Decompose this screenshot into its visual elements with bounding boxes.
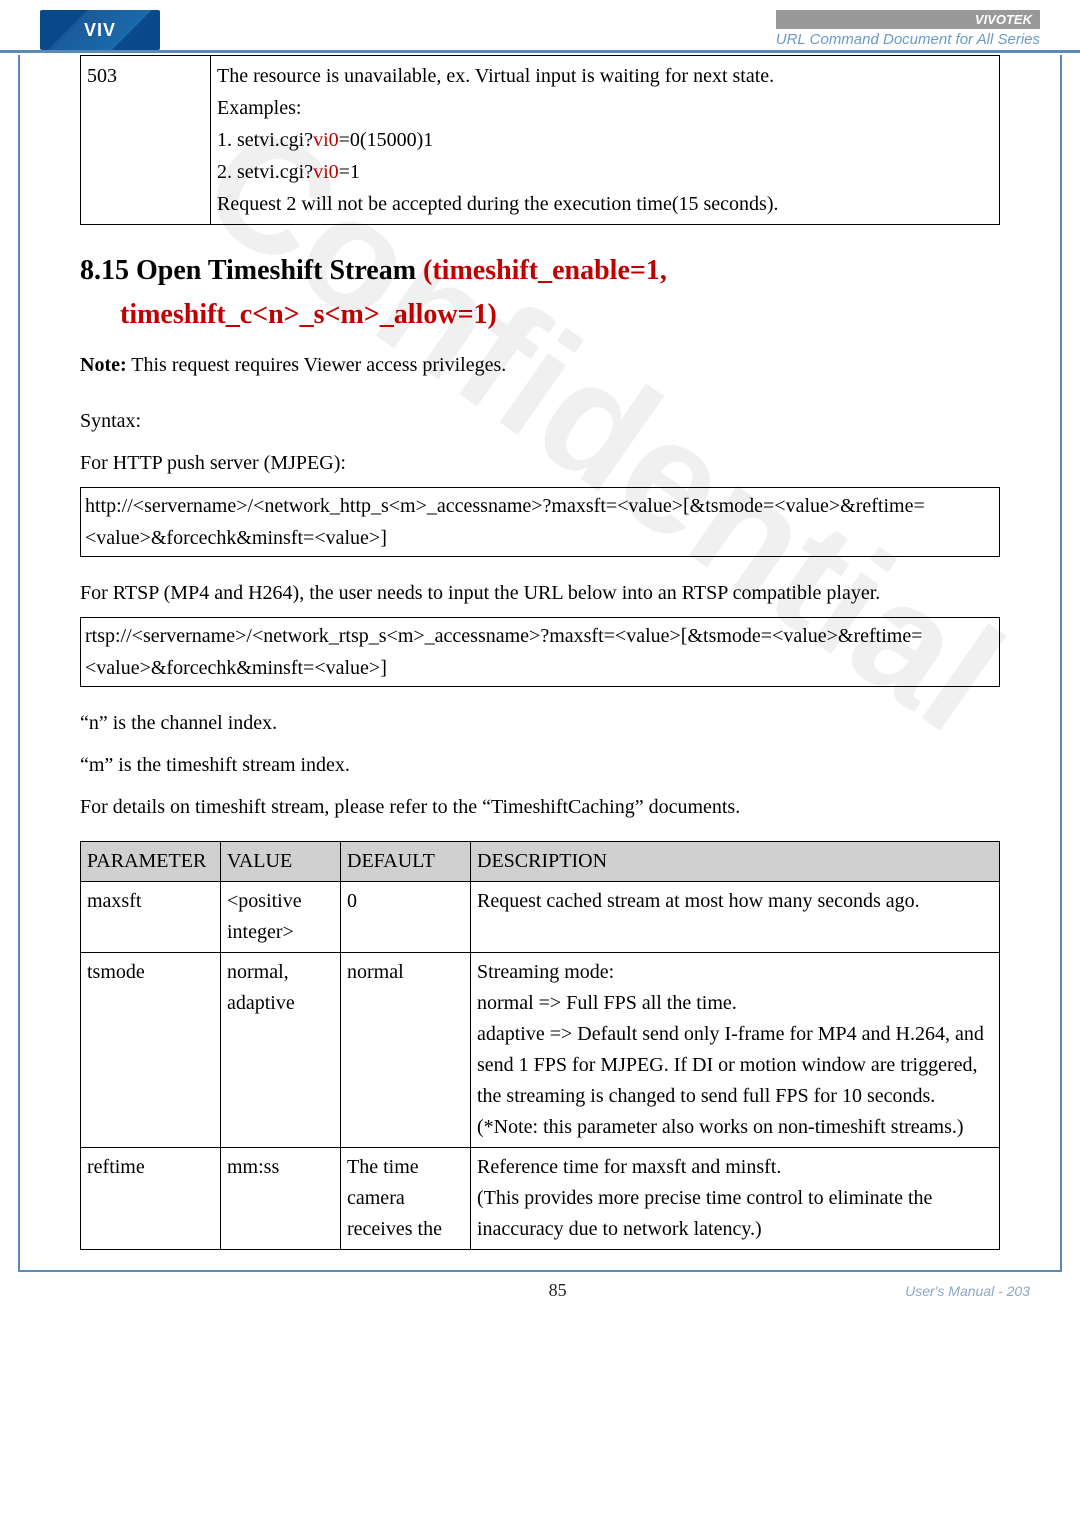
- note-text: This request requires Viewer access priv…: [131, 354, 506, 376]
- manual-ref: User's Manual - 203: [905, 1283, 1030, 1299]
- param-value: mm:ss: [221, 1148, 341, 1250]
- table-header-row: PARAMETER VALUE DEFAULT DESCRIPTION: [81, 842, 1000, 882]
- parameter-table: PARAMETER VALUE DEFAULT DESCRIPTION maxs…: [80, 841, 1000, 1250]
- logo-text: VIV: [84, 20, 116, 41]
- param-value: <positive integer>: [221, 882, 341, 953]
- doc-title: URL Command Document for All Series: [776, 29, 1040, 50]
- line: Request 2 will not be accepted during th…: [217, 188, 993, 220]
- param-name: maxsft: [81, 882, 221, 953]
- note-line: Note: This request requires Viewer acces…: [80, 347, 1000, 383]
- col-parameter: PARAMETER: [81, 842, 221, 882]
- param-value: normal, adaptive: [221, 953, 341, 1148]
- details-note: For details on timeshift stream, please …: [80, 789, 1000, 825]
- rtsp-label: For RTSP (MP4 and H264), the user needs …: [80, 575, 1000, 611]
- txt: =0(15000)1: [339, 129, 434, 151]
- table-row: reftime mm:ss The time camera receives t…: [81, 1148, 1000, 1250]
- logo: VIV: [40, 10, 160, 50]
- brand-label: VIVOTEK: [776, 10, 1040, 29]
- m-index-note: “m” is the timeshift stream index.: [80, 747, 1000, 783]
- page-content: Confidential 503 The resource is unavail…: [18, 55, 1062, 1272]
- header-right: VIVOTEK URL Command Document for All Ser…: [776, 10, 1040, 50]
- col-description: DESCRIPTION: [471, 842, 1000, 882]
- http-label: For HTTP push server (MJPEG):: [80, 445, 1000, 481]
- param-red: vi0: [313, 161, 339, 183]
- param-desc: Reference time for maxsft and minsft. (T…: [471, 1148, 1000, 1250]
- n-index-note: “n” is the channel index.: [80, 705, 1000, 741]
- col-default: DEFAULT: [341, 842, 471, 882]
- heading-black: 8.15 Open Timeshift Stream: [80, 255, 423, 286]
- status-code-desc: The resource is unavailable, ex. Virtual…: [211, 56, 1000, 225]
- page-footer: 85 User's Manual - 203: [0, 1272, 1080, 1315]
- param-default: normal: [341, 953, 471, 1148]
- page-number: 85: [210, 1280, 905, 1301]
- syntax-label: Syntax:: [80, 403, 1000, 439]
- heading-red: (timeshift_enable=1,: [423, 255, 667, 286]
- txt: 1. setvi.cgi?: [217, 129, 313, 151]
- http-syntax-box: http://<servername>/<network_http_s<m>_a…: [80, 487, 1000, 557]
- line: 1. setvi.cgi?vi0=0(15000)1: [217, 124, 993, 156]
- txt: =1: [339, 161, 360, 183]
- section-subheading: timeshift_c<n>_s<m>_allow=1): [120, 299, 1000, 331]
- col-value: VALUE: [221, 842, 341, 882]
- page-header: VIV VIVOTEK URL Command Document for All…: [0, 0, 1080, 53]
- line: 2. setvi.cgi?vi0=1: [217, 156, 993, 188]
- status-code: 503: [81, 56, 211, 225]
- param-default: The time camera receives the: [341, 1148, 471, 1250]
- rtsp-syntax-box: rtsp://<servername>/<network_rtsp_s<m>_a…: [80, 617, 1000, 687]
- table-row: tsmode normal, adaptive normal Streaming…: [81, 953, 1000, 1148]
- section-heading: 8.15 Open Timeshift Stream (timeshift_en…: [80, 255, 1000, 287]
- table-row: maxsft <positive integer> 0 Request cach…: [81, 882, 1000, 953]
- param-default: 0: [341, 882, 471, 953]
- param-desc: Streaming mode: normal => Full FPS all t…: [471, 953, 1000, 1148]
- param-name: reftime: [81, 1148, 221, 1250]
- param-name: tsmode: [81, 953, 221, 1148]
- line: The resource is unavailable, ex. Virtual…: [217, 60, 993, 92]
- txt: 2. setvi.cgi?: [217, 161, 313, 183]
- line: Examples:: [217, 92, 993, 124]
- param-red: vi0: [313, 129, 339, 151]
- param-desc: Request cached stream at most how many s…: [471, 882, 1000, 953]
- status-code-table: 503 The resource is unavailable, ex. Vir…: [80, 55, 1000, 225]
